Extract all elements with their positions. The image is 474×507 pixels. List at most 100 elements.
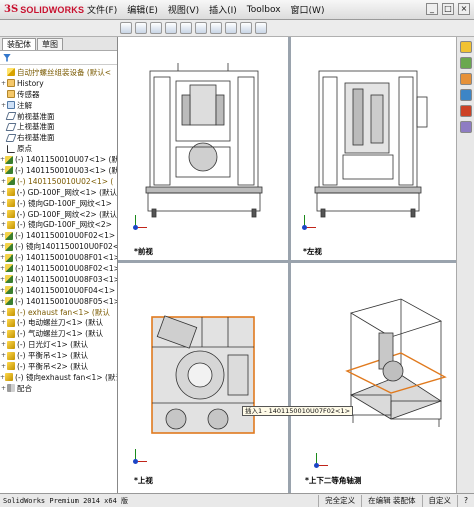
filter-icon[interactable]	[3, 53, 11, 62]
tree-item-label: (-) 镜向1401150010U0F02<1	[15, 242, 117, 252]
previous-view-icon[interactable]	[150, 22, 162, 34]
menu-insert[interactable]: 插入(I)	[204, 3, 242, 16]
tree-item[interactable]: + (-) 镜向GD-100F_网纹<2>	[0, 219, 117, 230]
viewport-left[interactable]: *左视	[291, 37, 456, 260]
tree-item[interactable]: + (-) 1401150010U0F02<1> (	[0, 230, 117, 241]
solidworks-logo[interactable]: 3S SOLIDWORKS	[0, 4, 84, 15]
viewport-splitter-vertical[interactable]	[288, 37, 291, 493]
zoom-area-icon[interactable]	[135, 22, 147, 34]
tree-item[interactable]: + 配合	[0, 383, 117, 394]
tree-item-label: 右视基准面	[17, 133, 55, 143]
tree-item[interactable]: + (-) 电动螺丝刀<1> (默认	[0, 317, 117, 328]
menu-edit[interactable]: 编辑(E)	[122, 3, 163, 16]
maximize-button[interactable]: □	[442, 3, 454, 15]
tree-item-label: 自动拧螺丝组装设备 (默认<	[17, 67, 112, 77]
view-label-front: *前视	[134, 247, 153, 256]
display-style-icon[interactable]	[195, 22, 207, 34]
asm-icon	[5, 297, 14, 306]
expand-toggle-icon[interactable]: +	[0, 341, 7, 348]
expand-toggle-icon[interactable]: +	[0, 385, 7, 392]
tree-item[interactable]: + (-) 平衡吊<1> (默认	[0, 350, 117, 361]
tree-item[interactable]: +(-) 1401150010U08F03<1> (默认	[0, 274, 117, 285]
tree-item[interactable]: + (-) 1401150010U08F02<1> (	[0, 263, 117, 274]
tree-item[interactable]: + History	[0, 78, 117, 89]
graphics-area[interactable]: *前视 *左视 *上视 *上下二等角轴测 插入1 - 1401150010U07…	[118, 37, 456, 493]
view-palette-icon[interactable]	[459, 89, 472, 101]
axes-triad-icon	[132, 449, 148, 465]
viewport-splitter-horizontal[interactable]	[118, 260, 456, 263]
part-icon	[5, 373, 14, 382]
zoom-fit-icon[interactable]	[120, 22, 132, 34]
tree-item[interactable]: + (-) 镜向1401150010U0F02<1	[0, 241, 117, 252]
tree-item[interactable]: +(-) 1401150010U08F05<1> (默	[0, 296, 117, 307]
tree-item[interactable]: + (-) 气动螺丝刀<1> (默认	[0, 328, 117, 339]
tree-item[interactable]: + (-) GD-100F_网纹<2> (默认	[0, 209, 117, 220]
tree-item-label: (-) exhaust fan<1> (默认	[17, 307, 110, 317]
expand-toggle-icon[interactable]: +	[0, 211, 7, 218]
viewport-isometric[interactable]: *上下二等角轴测	[291, 263, 456, 493]
home-icon[interactable]	[459, 41, 472, 53]
scene-icon[interactable]	[240, 22, 252, 34]
axes-triad-icon	[301, 215, 317, 231]
viewport-top[interactable]: *上视	[118, 263, 288, 493]
tree-item[interactable]: + (-) 镜向exhaust fan<1> (默认	[0, 372, 117, 383]
tab-sketch[interactable]: 草图	[37, 38, 63, 50]
tree-item[interactable]: 前视基准面	[0, 111, 117, 122]
view-orientation-icon[interactable]	[180, 22, 192, 34]
tree-item[interactable]: + (-) 平衡吊<2> (默认	[0, 361, 117, 372]
expand-toggle-icon[interactable]: +	[0, 102, 7, 109]
tree-item[interactable]: + (-) GD-100F_网纹<1> (默认	[0, 187, 117, 198]
tree-item-label: 配合	[17, 383, 32, 393]
folder-icon	[7, 90, 15, 99]
expand-toggle-icon[interactable]: +	[0, 309, 7, 316]
tab-assembly[interactable]: 装配体	[2, 38, 36, 50]
tree-item[interactable]: + (-) 1401150010U07<1> (默认	[0, 154, 117, 165]
tree-item[interactable]: 上视基准面	[0, 121, 117, 132]
expand-toggle-icon[interactable]: +	[0, 319, 7, 326]
help-button[interactable]: ?	[457, 494, 474, 507]
tree-item-label: (-) 平衡吊<2> (默认	[17, 362, 89, 371]
tree-item[interactable]: +(-) 1401150010U0F04<1> (默认	[0, 285, 117, 296]
appearances-icon[interactable]	[459, 105, 472, 117]
tree-item[interactable]: + (-) exhaust fan<1> (默认	[0, 307, 117, 318]
tree-item[interactable]: + (-) 1401150010U08F01<1> (	[0, 252, 117, 263]
panel-tabs: 装配体 草图	[0, 37, 117, 51]
expand-toggle-icon[interactable]: +	[0, 330, 7, 337]
tree-item-label: 上视基准面	[17, 122, 55, 132]
tree-item[interactable]: 原点	[0, 143, 117, 154]
tree-item-label: (-) 镜向exhaust fan<1> (默认	[15, 372, 117, 382]
tree-item[interactable]: 传感器	[0, 89, 117, 100]
appearance-icon[interactable]	[225, 22, 237, 34]
custom-properties-icon[interactable]	[459, 121, 472, 133]
tree-item[interactable]: 自动拧螺丝组装设备 (默认<	[0, 67, 117, 78]
tree-item[interactable]: + (-) 1401150010U02<1> (	[0, 176, 117, 187]
section-view-icon[interactable]	[165, 22, 177, 34]
minimize-button[interactable]: _	[426, 3, 438, 15]
hide-show-icon[interactable]	[210, 22, 222, 34]
tree-filter[interactable]	[0, 51, 117, 65]
expand-toggle-icon[interactable]: +	[0, 200, 7, 207]
design-library-icon[interactable]	[459, 57, 472, 69]
menu-file[interactable]: 文件(F)	[82, 3, 122, 16]
view-settings-icon[interactable]	[255, 22, 267, 34]
tree-item[interactable]: + (-) 镜向GD-100F_网纹<1>	[0, 198, 117, 209]
asm-icon	[5, 264, 14, 273]
menu-view[interactable]: 视图(V)	[163, 3, 204, 16]
status-units-custom[interactable]: 自定义	[421, 494, 458, 507]
menu-window[interactable]: 窗口(W)	[286, 3, 330, 16]
menu-toolbox[interactable]: Toolbox	[242, 5, 286, 15]
viewport-front[interactable]: *前视	[118, 37, 288, 260]
expand-toggle-icon[interactable]: +	[0, 363, 7, 370]
tree-item[interactable]: 右视基准面	[0, 132, 117, 143]
expand-toggle-icon[interactable]: +	[0, 80, 7, 87]
tree-item-label: (-) 气动螺丝刀<1> (默认	[17, 329, 104, 339]
close-button[interactable]: ×	[458, 3, 470, 15]
expand-toggle-icon[interactable]: +	[0, 352, 7, 359]
tree-item[interactable]: + (-) 1401150010U03<1> (默认	[0, 165, 117, 176]
file-explorer-icon[interactable]	[459, 73, 472, 85]
tree-item[interactable]: + (-) 日光灯<1> (默认	[0, 339, 117, 350]
expand-toggle-icon[interactable]: +	[0, 178, 7, 185]
tree-item[interactable]: + 注解	[0, 100, 117, 111]
expand-toggle-icon[interactable]: +	[0, 189, 7, 196]
expand-toggle-icon[interactable]: +	[0, 221, 7, 228]
